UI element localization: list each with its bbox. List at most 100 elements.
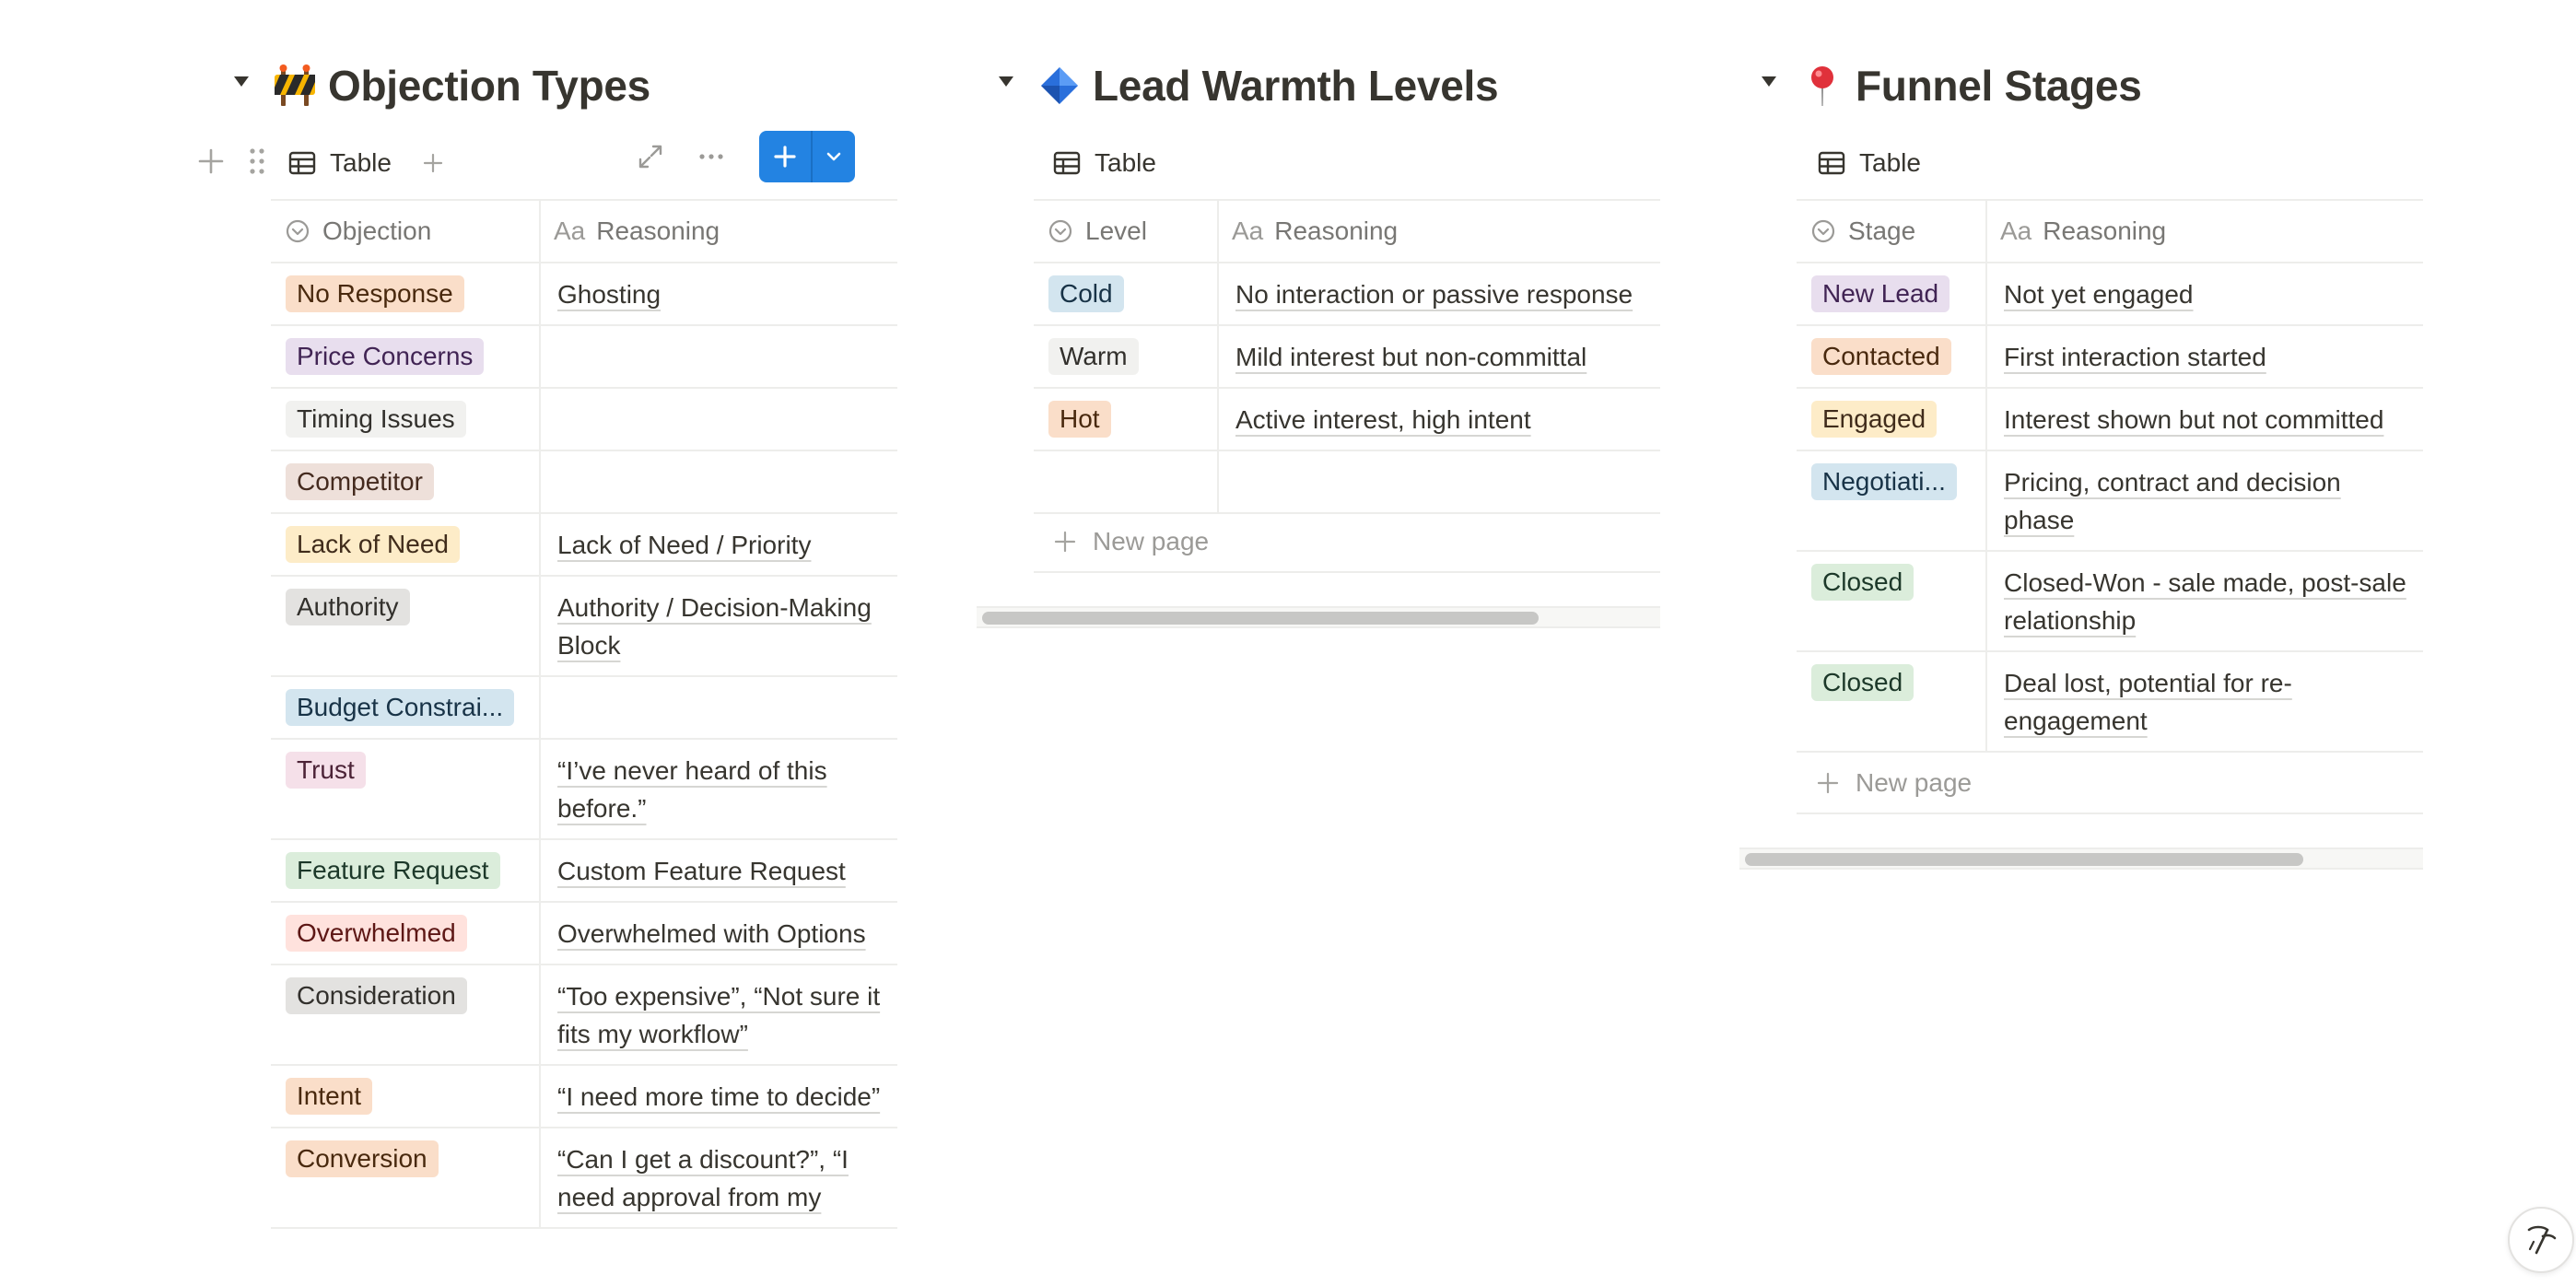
select-cell[interactable]: No Response [271, 263, 541, 326]
database-title[interactable]: Lead Warmth Levels [1037, 53, 1499, 118]
text-cell[interactable]: Active interest, high intent [1218, 388, 1660, 451]
text-cell[interactable]: “I’ve never heard of this before.” [540, 739, 897, 840]
select-tag[interactable]: Trust [286, 752, 366, 789]
select-tag[interactable]: Lack of Need [286, 526, 460, 563]
text-cell[interactable]: Authority / Decision-Making Block [540, 576, 897, 677]
select-cell[interactable]: Intent [271, 1065, 541, 1128]
text-cell[interactable]: Not yet engaged [1986, 263, 2423, 326]
table-row[interactable]: Conversion “Can I get a discount?”, “I ne… [271, 1128, 897, 1229]
text-cell[interactable]: Deal lost, potential for re-engagement [1986, 651, 2423, 753]
select-tag[interactable]: Price Concerns [286, 338, 485, 375]
select-tag[interactable]: Closed [1811, 664, 1914, 701]
column-header-text[interactable]: Aa Reasoning [1986, 199, 2423, 263]
new-item-button[interactable] [759, 131, 855, 182]
new-page-button[interactable]: New page [1034, 512, 1660, 573]
text-cell[interactable]: First interaction started [1986, 325, 2423, 389]
text-cell[interactable]: Custom Feature Request [540, 839, 897, 903]
select-tag[interactable]: Hot [1048, 401, 1111, 438]
select-cell[interactable]: Consideration [271, 964, 541, 1066]
select-cell[interactable]: Lack of Need [271, 513, 541, 577]
select-cell[interactable]: Overwhelmed [271, 902, 541, 965]
chevron-down-icon[interactable] [811, 131, 855, 182]
select-cell[interactable]: Trust [271, 739, 541, 840]
scrollbar-thumb[interactable] [982, 612, 1539, 625]
more-options-icon[interactable] [695, 140, 728, 173]
select-cell[interactable]: Cold [1034, 263, 1219, 326]
table-row[interactable]: Negotiati... Pricing, contract and decisi… [1797, 450, 2423, 552]
help-button[interactable] [2508, 1207, 2574, 1273]
view-tab-table[interactable]: Table [278, 137, 401, 189]
select-cell[interactable]: Timing Issues [271, 388, 541, 451]
text-cell[interactable]: Overwhelmed with Options [540, 902, 897, 965]
text-cell[interactable] [540, 676, 897, 740]
table-row[interactable]: Closed Deal lost, potential for re-engage… [1797, 651, 2423, 753]
select-cell[interactable]: New Lead [1797, 263, 1987, 326]
table-row[interactable] [1034, 450, 1660, 514]
select-tag[interactable]: Warm [1048, 338, 1139, 375]
text-cell[interactable]: Lack of Need / Priority [540, 513, 897, 577]
select-cell[interactable]: Contacted [1797, 325, 1987, 389]
select-cell[interactable]: Closed [1797, 551, 1987, 652]
select-cell[interactable]: Budget Constrai... [271, 676, 541, 740]
select-cell[interactable]: Authority [271, 576, 541, 677]
text-cell[interactable]: No interaction or passive response [1218, 263, 1660, 326]
table-row[interactable]: Overwhelmed Overwhelmed with Options [271, 902, 897, 965]
select-tag[interactable]: Authority [286, 589, 410, 625]
table-row[interactable]: Price Concerns [271, 325, 897, 389]
table-row[interactable]: Timing Issues [271, 388, 897, 451]
column-header-text[interactable]: Aa Reasoning [540, 199, 897, 263]
scrollbar-thumb[interactable] [1745, 853, 2303, 866]
column-header-select[interactable]: Stage [1797, 199, 1987, 263]
text-cell[interactable] [540, 450, 897, 514]
select-tag[interactable]: Competitor [286, 463, 434, 500]
table-row[interactable]: No Response Ghosting [271, 263, 897, 326]
text-cell[interactable]: “Can I get a discount?”, “I need approva… [540, 1128, 897, 1229]
select-tag[interactable]: Timing Issues [286, 401, 466, 438]
table-row[interactable]: New Lead Not yet engaged [1797, 263, 2423, 326]
table-row[interactable]: Engaged Interest shown but not committed [1797, 388, 2423, 451]
text-cell[interactable] [540, 325, 897, 389]
select-cell[interactable]: Conversion [271, 1128, 541, 1229]
add-view-icon[interactable] [421, 151, 445, 175]
select-tag[interactable]: Closed [1811, 564, 1914, 601]
select-cell[interactable] [1034, 450, 1219, 514]
view-tab-table[interactable]: Table [1043, 137, 1165, 189]
table-row[interactable]: Competitor [271, 450, 897, 514]
text-cell[interactable]: “I need more time to decide” [540, 1065, 897, 1128]
table-row[interactable]: Feature Request Custom Feature Request [271, 839, 897, 903]
select-tag[interactable]: Contacted [1811, 338, 1951, 375]
horizontal-scrollbar[interactable] [1739, 848, 2423, 870]
select-tag[interactable]: Cold [1048, 275, 1124, 312]
text-cell[interactable]: Interest shown but not committed [1986, 388, 2423, 451]
table-row[interactable]: Authority Authority / Decision-Making Blo… [271, 576, 897, 677]
text-cell[interactable]: Mild interest but non-committal [1218, 325, 1660, 389]
select-tag[interactable]: New Lead [1811, 275, 1950, 312]
select-tag[interactable]: Budget Constrai... [286, 689, 515, 726]
text-cell[interactable]: Closed-Won - sale made, post-sale relati… [1986, 551, 2423, 652]
text-cell[interactable]: Ghosting [540, 263, 897, 326]
collapse-toggle-icon[interactable] [1758, 70, 1780, 92]
select-cell[interactable]: Engaged [1797, 388, 1987, 451]
select-tag[interactable]: Engaged [1811, 401, 1938, 438]
database-title[interactable]: Funnel Stages [1800, 53, 2142, 118]
table-row[interactable]: Warm Mild interest but non-committal [1034, 325, 1660, 389]
collapse-toggle-icon[interactable] [230, 70, 252, 92]
table-row[interactable]: Cold No interaction or passive response [1034, 263, 1660, 326]
table-row[interactable]: Consideration “Too expensive”, “Not sure … [271, 964, 897, 1066]
table-row[interactable]: Contacted First interaction started [1797, 325, 2423, 389]
view-tab-table[interactable]: Table [1808, 137, 1930, 189]
table-row[interactable]: Intent “I need more time to decide” [271, 1065, 897, 1128]
text-cell[interactable] [1218, 450, 1660, 514]
select-cell[interactable]: Price Concerns [271, 325, 541, 389]
drag-handle-icon[interactable] [243, 146, 271, 177]
table-row[interactable]: Closed Closed-Won - sale made, post-sale … [1797, 551, 2423, 652]
select-cell[interactable]: Warm [1034, 325, 1219, 389]
column-header-text[interactable]: Aa Reasoning [1218, 199, 1660, 263]
text-cell[interactable]: “Too expensive”, “Not sure it fits my wo… [540, 964, 897, 1066]
table-row[interactable]: Trust “I’ve never heard of this before.” [271, 739, 897, 840]
text-cell[interactable]: Pricing, contract and decision phase [1986, 450, 2423, 552]
add-block-icon[interactable] [197, 146, 225, 177]
database-title[interactable]: Objection Types [273, 53, 650, 118]
new-page-button[interactable]: New page [1797, 754, 2423, 814]
plus-icon[interactable] [759, 131, 811, 182]
